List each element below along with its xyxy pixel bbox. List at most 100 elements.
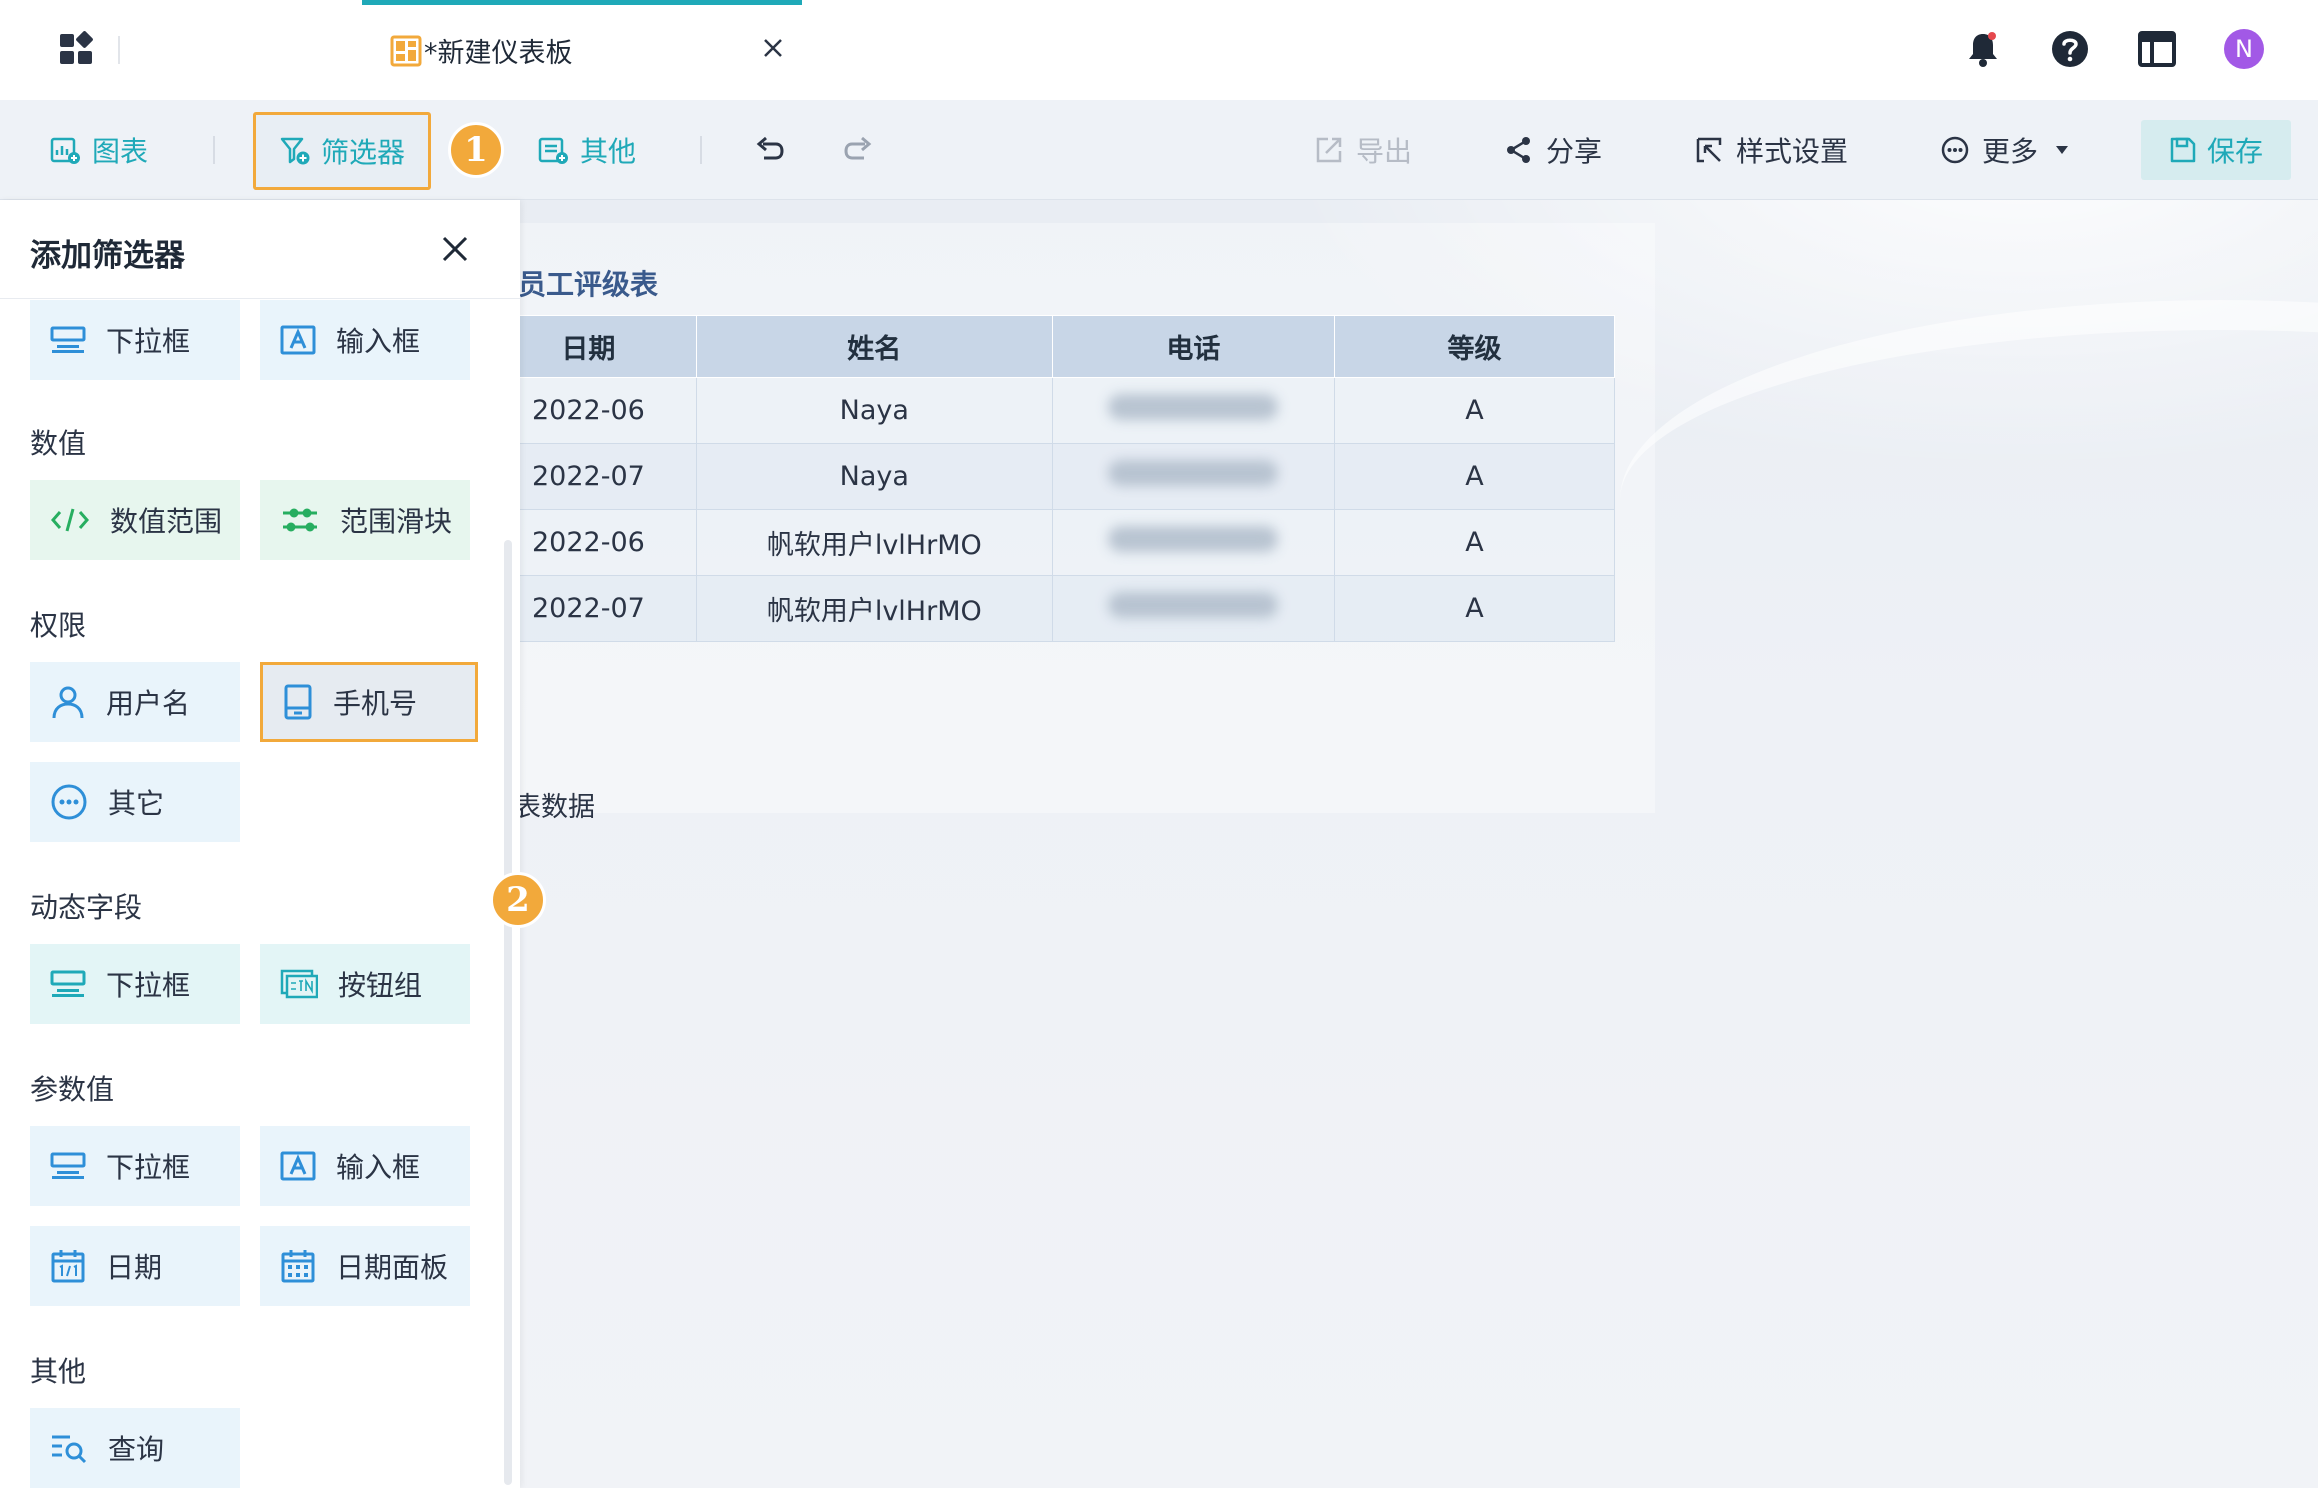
style-settings-button[interactable]: 样式设置	[1694, 100, 1848, 200]
table-header: 等级	[1334, 315, 1615, 378]
item-label: 手机号	[333, 687, 418, 720]
filter-item-phone[interactable]: 手机号	[260, 662, 478, 742]
table-widget[interactable]: 员工评级表 日期 姓名 电话 等级 2022-06 Naya A 2022-07…	[520, 223, 1655, 823]
item-label: 输入框	[336, 325, 421, 358]
phone-cell	[1051, 377, 1336, 444]
filter-item-param-input[interactable]: 输入框	[260, 1126, 470, 1206]
item-label: 查询	[108, 1433, 165, 1466]
filter-item-button-group[interactable]: 按钮组	[260, 944, 470, 1024]
divider	[0, 298, 520, 299]
undo-button[interactable]	[754, 100, 798, 200]
section-permission: 权限	[30, 609, 87, 642]
toolbar: 图表 筛选器 1 其他 导出 分享 样式设置 更多 保存	[0, 100, 2318, 200]
undo-icon	[756, 136, 784, 160]
section-dynamic: 动态字段	[30, 891, 143, 924]
phone-cell	[1051, 443, 1336, 510]
item-label: 日期面板	[336, 1251, 449, 1284]
app-grid-icon[interactable]	[58, 30, 96, 68]
table-row: 2022-06 Naya A	[520, 377, 1615, 444]
table-header: 日期	[520, 315, 697, 378]
export-icon	[1316, 137, 1342, 163]
phone-cell	[1051, 509, 1336, 576]
more-icon	[1941, 136, 1969, 164]
step-badge-1: 1	[448, 122, 504, 178]
dropdown-icon	[50, 1152, 86, 1179]
name-cell: 帆软用户lvlHrMO	[695, 509, 1053, 576]
top-bar: *新建仪表板 N	[0, 0, 2318, 100]
redo-icon	[844, 136, 872, 160]
filter-item-numeric-range[interactable]: 数值范围	[30, 480, 240, 560]
filter-item-dynamic-dropdown[interactable]: 下拉框	[30, 944, 240, 1024]
share-button[interactable]: 分享	[1504, 100, 1602, 200]
code-range-icon	[51, 508, 89, 532]
bell-icon[interactable]	[1962, 28, 2004, 70]
filter-item-username[interactable]: 用户名	[30, 662, 240, 742]
layout-icon[interactable]	[2136, 28, 2178, 70]
phone-cell	[1051, 575, 1336, 642]
divider	[213, 136, 215, 164]
section-param: 参数值	[30, 1073, 115, 1106]
user-icon	[52, 686, 84, 719]
share-icon	[1507, 137, 1530, 163]
add-filter-icon	[280, 137, 310, 165]
close-icon[interactable]	[440, 234, 470, 264]
grade-cell: A	[1334, 443, 1615, 510]
name-cell: Naya	[695, 377, 1053, 444]
other-button[interactable]: 其他	[538, 100, 636, 200]
calendar-grid-icon	[281, 1250, 315, 1283]
more-button[interactable]: 更多	[1940, 100, 2072, 200]
filter-item-param-dropdown[interactable]: 下拉框	[30, 1126, 240, 1206]
save-button[interactable]: 保存	[2141, 120, 2291, 180]
item-label: 下拉框	[106, 969, 191, 1002]
date-cell: 2022-07	[520, 575, 697, 642]
filter-item-input[interactable]: 输入框	[260, 300, 470, 380]
filter-item-dropdown[interactable]: 下拉框	[30, 300, 240, 380]
table-row: 2022-07 Naya A	[520, 443, 1615, 510]
tab-dashboard[interactable]: *新建仪表板	[362, 0, 802, 100]
other-label: 其他	[580, 135, 637, 168]
blurred-phone	[1108, 526, 1279, 552]
chart-button[interactable]: 图表	[50, 100, 148, 200]
item-label: 范围滑块	[340, 505, 453, 538]
filter-item-range-slider[interactable]: 范围滑块	[260, 480, 470, 560]
date-cell: 2022-06	[520, 509, 697, 576]
text-input-icon	[280, 325, 316, 355]
name-cell: 帆软用户lvlHrMO	[695, 575, 1053, 642]
section-other: 其他	[30, 1355, 87, 1388]
export-button[interactable]: 导出	[1314, 100, 1412, 200]
widget-title: 员工评级表	[520, 268, 659, 301]
filter-item-query[interactable]: 查询	[30, 1408, 240, 1488]
style-icon	[1696, 137, 1722, 163]
more-label: 更多	[1982, 135, 2039, 168]
save-label: 保存	[2206, 135, 2263, 168]
table-header: 姓名	[695, 315, 1053, 378]
mobile-phone-icon	[284, 684, 312, 720]
table-row: 2022-06 帆软用户lvlHrMO A	[520, 509, 1615, 576]
name-cell: Naya	[695, 443, 1053, 510]
dashboard-canvas[interactable]: 员工评级表 日期 姓名 电话 等级 2022-06 Naya A 2022-07…	[520, 200, 2318, 1488]
panel-scrollbar[interactable]	[504, 540, 512, 1485]
table-header: 电话	[1051, 315, 1336, 378]
item-label: 其它	[108, 787, 165, 820]
item-label: 下拉框	[106, 1151, 191, 1184]
style-label: 样式设置	[1736, 135, 1849, 168]
add-chart-icon	[50, 137, 80, 164]
home-area	[0, 0, 362, 100]
filter-item-date[interactable]: 日期	[30, 1226, 240, 1306]
grade-cell: A	[1334, 377, 1615, 444]
filter-item-other-permission[interactable]: 其它	[30, 762, 240, 842]
filter-item-date-panel[interactable]: 日期面板	[260, 1226, 470, 1306]
section-numeric: 数值	[30, 427, 87, 460]
redo-button[interactable]	[842, 100, 886, 200]
step-badge-2: 2	[490, 872, 546, 928]
add-filter-panel: 添加筛选器 下拉框 输入框 数值 数值范围 范围滑块 权限 用户名 手机号 2 …	[0, 200, 546, 1488]
close-icon[interactable]	[762, 37, 784, 59]
help-icon[interactable]	[2049, 28, 2091, 70]
filter-button[interactable]: 筛选器	[253, 112, 431, 190]
avatar[interactable]: N	[2224, 29, 2264, 69]
slider-icon	[283, 508, 317, 532]
widget-footnote: 表数据	[520, 792, 595, 823]
item-label: 按钮组	[338, 969, 423, 1002]
chart-label: 图表	[92, 135, 149, 168]
date-cell: 2022-06	[520, 377, 697, 444]
